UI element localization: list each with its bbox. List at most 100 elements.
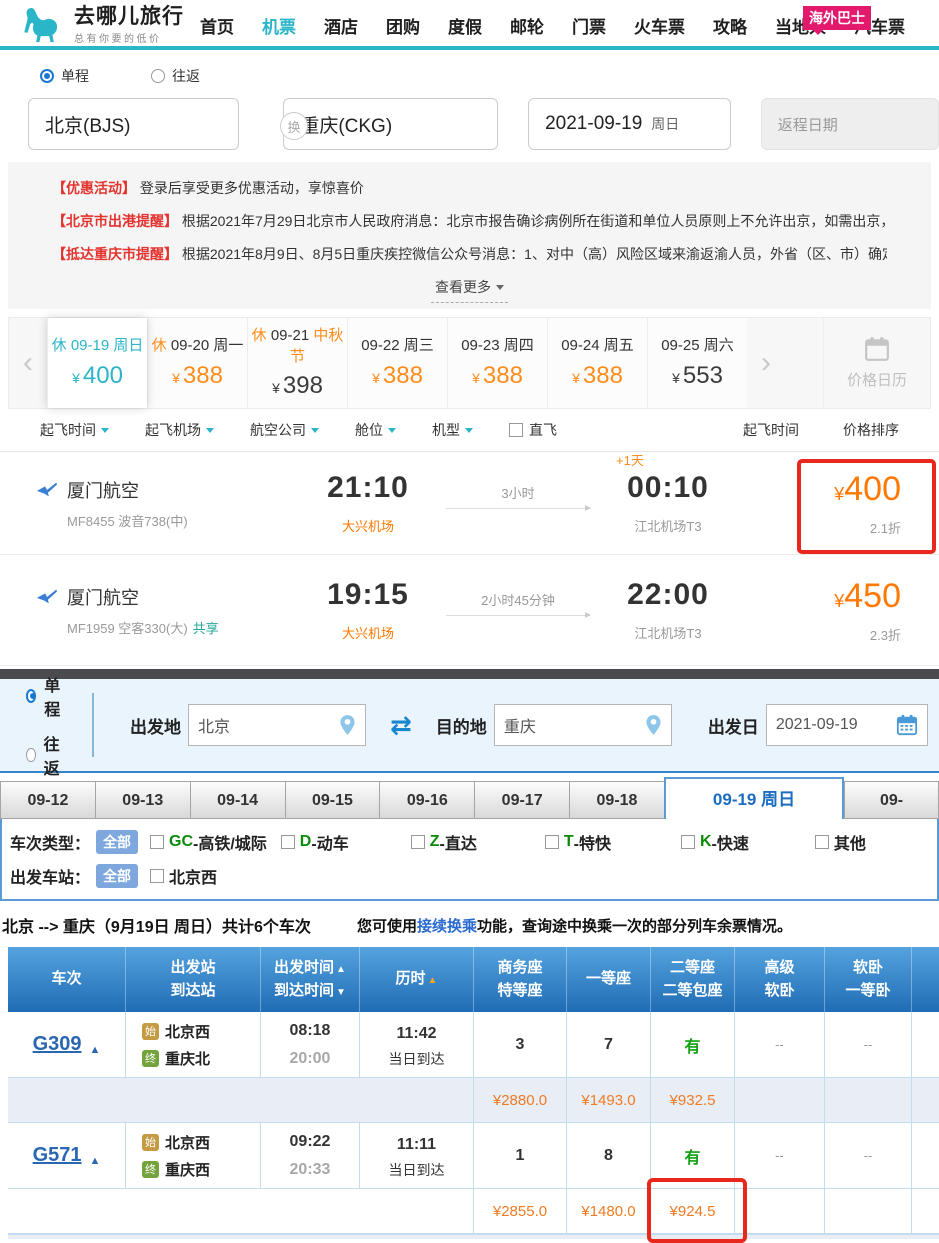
- train-date-tab-0914[interactable]: 09-14: [190, 781, 285, 819]
- train-date-tab-0918[interactable]: 09-18: [569, 781, 664, 819]
- train-type-all-button[interactable]: 全部: [96, 830, 138, 854]
- nav-hotel[interactable]: 酒店: [324, 13, 358, 38]
- flight-row-mf8455[interactable]: 厦门航空 MF8455 波音738(中) 21:10 大兴机场 3小时 +1天 …: [0, 452, 939, 555]
- date-tab-0919[interactable]: 休 09-19 周日 ¥400: [47, 318, 147, 408]
- station-beijingxi-checkbox[interactable]: 北京西: [150, 864, 217, 888]
- nav-train-tickets[interactable]: 火车票: [634, 13, 685, 38]
- nav-home[interactable]: 首页: [200, 13, 234, 38]
- departure-city-input[interactable]: 北京(BJS): [28, 98, 239, 150]
- next-dates-button[interactable]: ›: [747, 318, 785, 408]
- checkbox-icon[interactable]: [815, 835, 829, 849]
- radio-unselected-icon[interactable]: [26, 748, 36, 762]
- train-date-tab-0912[interactable]: 09-12: [0, 781, 95, 819]
- date-tab-0922[interactable]: 09-22 周三 ¥388: [347, 318, 447, 408]
- checkbox-icon[interactable]: [681, 835, 695, 849]
- filter-cabin[interactable]: 舱位: [355, 420, 396, 440]
- radio-unselected-icon[interactable]: [151, 69, 165, 83]
- sort-by-time[interactable]: 起飞时间: [743, 420, 799, 440]
- date-tab-0923[interactable]: 09-23 周四 ¥388: [447, 318, 547, 408]
- train-link-g309[interactable]: G309: [33, 1033, 82, 1056]
- tab-day: 周日: [113, 337, 143, 354]
- price-calendar-button[interactable]: 价格日历: [823, 318, 930, 408]
- train-date-tab-0913[interactable]: 09-13: [95, 781, 190, 819]
- departure-date-input[interactable]: 2021-09-19 周日: [528, 98, 731, 150]
- date-tab-0925[interactable]: 09-25 周六 ¥553: [647, 318, 747, 408]
- checkbox-icon[interactable]: [150, 869, 164, 883]
- qunar-logo[interactable]: 去哪儿旅行 总有你要的低价: [16, 4, 184, 46]
- header-train-no[interactable]: 车次: [8, 947, 126, 1012]
- date-tab-0924[interactable]: 09-24 周五 ¥388: [547, 318, 647, 408]
- arrival-city-input[interactable]: 重庆(CKG): [283, 98, 498, 150]
- train-station-all-button[interactable]: 全部: [96, 864, 138, 888]
- filter-departure-airport[interactable]: 起飞机场: [145, 420, 214, 440]
- train-date-tab-0916[interactable]: 09-16: [379, 781, 474, 819]
- show-more-button[interactable]: 查看更多: [431, 277, 508, 303]
- overseas-bus-badge[interactable]: 海外巴士: [803, 6, 871, 30]
- nav-guides[interactable]: 攻略: [713, 13, 747, 38]
- sort-by-price[interactable]: 价格排序: [843, 420, 899, 440]
- train-from-input[interactable]: 北京: [188, 704, 366, 746]
- filter-airline[interactable]: 航空公司: [250, 420, 319, 440]
- times-cell: 08:18 20:00: [261, 1012, 360, 1078]
- type-d-checkbox[interactable]: D-动车: [281, 830, 349, 854]
- price-block[interactable]: ¥400 2.1折: [834, 470, 901, 537]
- round-trip-radio[interactable]: 往返: [151, 66, 200, 86]
- return-date-input[interactable]: 返程日期: [761, 98, 939, 150]
- nav-vacation[interactable]: 度假: [448, 13, 482, 38]
- header-times-sort[interactable]: 出发时间▲ 到达时间▼: [261, 947, 360, 1012]
- nav-attraction-tickets[interactable]: 门票: [572, 13, 606, 38]
- prev-dates-button[interactable]: ‹: [9, 318, 47, 408]
- train-link-g571[interactable]: G571: [33, 1144, 82, 1167]
- checkbox-icon[interactable]: [509, 423, 523, 437]
- date-tab-0920[interactable]: 休 09-20 周一 ¥388: [147, 318, 247, 408]
- train-swap-icon[interactable]: ⇄: [390, 710, 412, 741]
- type-other-checkbox[interactable]: 其他: [815, 830, 866, 854]
- arrival-time: 20:33: [290, 1156, 331, 1183]
- checkbox-icon[interactable]: [150, 835, 164, 849]
- header-duration-sort[interactable]: 历时▲: [360, 947, 474, 1012]
- filter-aircraft[interactable]: 机型: [432, 420, 473, 440]
- expand-triangle-icon[interactable]: ▲: [90, 1044, 101, 1056]
- type-gc-checkbox[interactable]: GC-高铁/城际: [150, 830, 267, 854]
- nav-cruise[interactable]: 邮轮: [510, 13, 544, 38]
- radio-selected-icon[interactable]: [40, 69, 54, 83]
- type-t-checkbox[interactable]: T-特快: [545, 830, 611, 854]
- checkbox-icon[interactable]: [545, 835, 559, 849]
- transfer-link[interactable]: 接续换乘: [417, 918, 477, 935]
- departure-block: 21:10 大兴机场: [302, 471, 434, 535]
- departure-date-value: 2021-09-19: [545, 113, 642, 135]
- header-stations[interactable]: 出发站到达站: [126, 947, 261, 1012]
- checkbox-icon[interactable]: [281, 835, 295, 849]
- route-summary: 北京 --> 重庆（9月19日 周日）共计6个车次: [2, 913, 311, 937]
- type-z-checkbox[interactable]: Z-直达: [411, 830, 477, 854]
- train-one-way-radio[interactable]: 单程: [26, 672, 64, 720]
- flight-row-mf1959[interactable]: 厦门航空 MF1959 空客330(大)共享 19:15 大兴机场 2小时45分…: [0, 555, 939, 666]
- train-date-input[interactable]: 2021-09-19: [766, 704, 928, 746]
- sort-asc-active-icon[interactable]: ▲: [428, 975, 438, 986]
- date-tab-0921[interactable]: 休 09-21 中秋节 ¥398: [247, 318, 347, 408]
- sort-desc-icon[interactable]: ▼: [336, 987, 346, 998]
- expand-triangle-icon[interactable]: ▲: [90, 1155, 101, 1167]
- train-to-input[interactable]: 重庆: [494, 704, 672, 746]
- radio-selected-icon[interactable]: [26, 689, 36, 703]
- nav-flights[interactable]: 机票: [262, 13, 296, 38]
- train-date-tab-0919-selected[interactable]: 09-19 周日: [664, 777, 844, 819]
- location-pin-icon: [339, 714, 356, 736]
- sort-asc-icon[interactable]: ▲: [336, 964, 346, 975]
- type-k-checkbox[interactable]: K-快速: [681, 830, 749, 854]
- duration-label: 3小时: [501, 486, 534, 501]
- tab-price: 388: [583, 362, 623, 389]
- one-way-radio[interactable]: 单程: [40, 66, 89, 86]
- checkbox-icon[interactable]: [411, 835, 425, 849]
- swap-cities-button[interactable]: 换: [280, 112, 308, 140]
- train-date-tab-0917[interactable]: 09-17: [474, 781, 569, 819]
- nav-groupon[interactable]: 团购: [386, 13, 420, 38]
- train-date-tab-0915[interactable]: 09-15: [285, 781, 380, 819]
- price-row-g571: ¥2855.0 ¥1480.0 ¥924.5: [8, 1189, 939, 1234]
- empty-cell: [912, 1189, 939, 1234]
- filter-departure-time[interactable]: 起飞时间: [40, 420, 109, 440]
- price-block[interactable]: ¥450 2.3折: [834, 577, 901, 644]
- train-date-tab-partial[interactable]: 09-: [844, 781, 939, 819]
- direct-flight-checkbox[interactable]: 直飞: [509, 420, 557, 440]
- train-round-trip-radio[interactable]: 往返: [26, 731, 64, 779]
